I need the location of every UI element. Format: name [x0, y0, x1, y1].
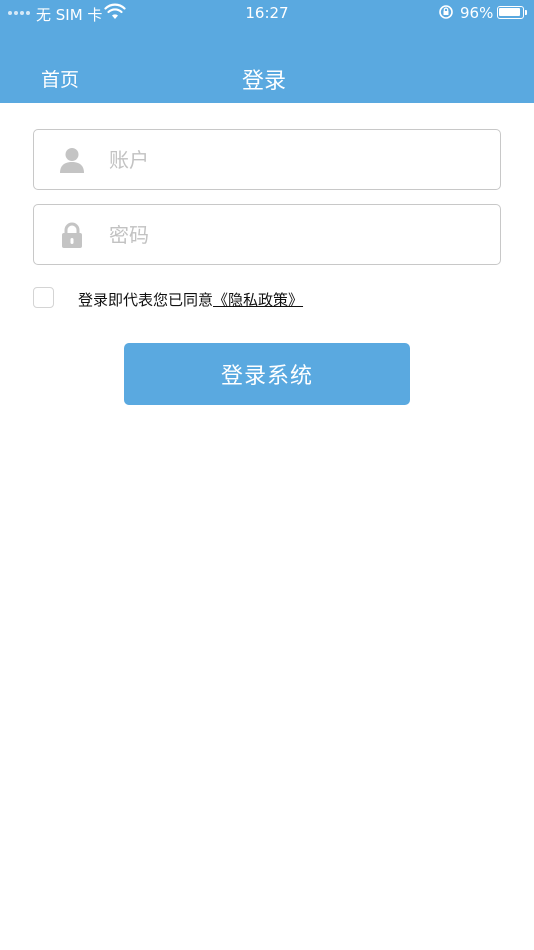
account-field[interactable]	[33, 129, 501, 190]
user-icon	[58, 146, 86, 174]
status-bar: 无 SIM 卡 16:27 96%	[0, 0, 534, 26]
orientation-lock-icon	[438, 4, 454, 24]
password-field[interactable]	[33, 204, 501, 265]
top-bar: 无 SIM 卡 16:27 96% 首页 登录	[0, 0, 534, 103]
account-input[interactable]	[109, 142, 479, 178]
battery-icon	[497, 6, 527, 19]
privacy-policy-link[interactable]: 《隐私政策》	[213, 291, 303, 309]
battery-percent: 96%	[460, 4, 494, 22]
agree-text: 登录即代表您已同意	[78, 291, 214, 309]
password-input[interactable]	[109, 217, 479, 253]
lock-icon	[58, 221, 86, 249]
page-title: 登录	[241, 69, 286, 94]
login-button[interactable]: 登录系统	[124, 343, 410, 405]
privacy-agree-checkbox[interactable]	[33, 287, 54, 308]
privacy-agree-label: 登录即代表您已同意《隐私政策》	[78, 289, 303, 310]
